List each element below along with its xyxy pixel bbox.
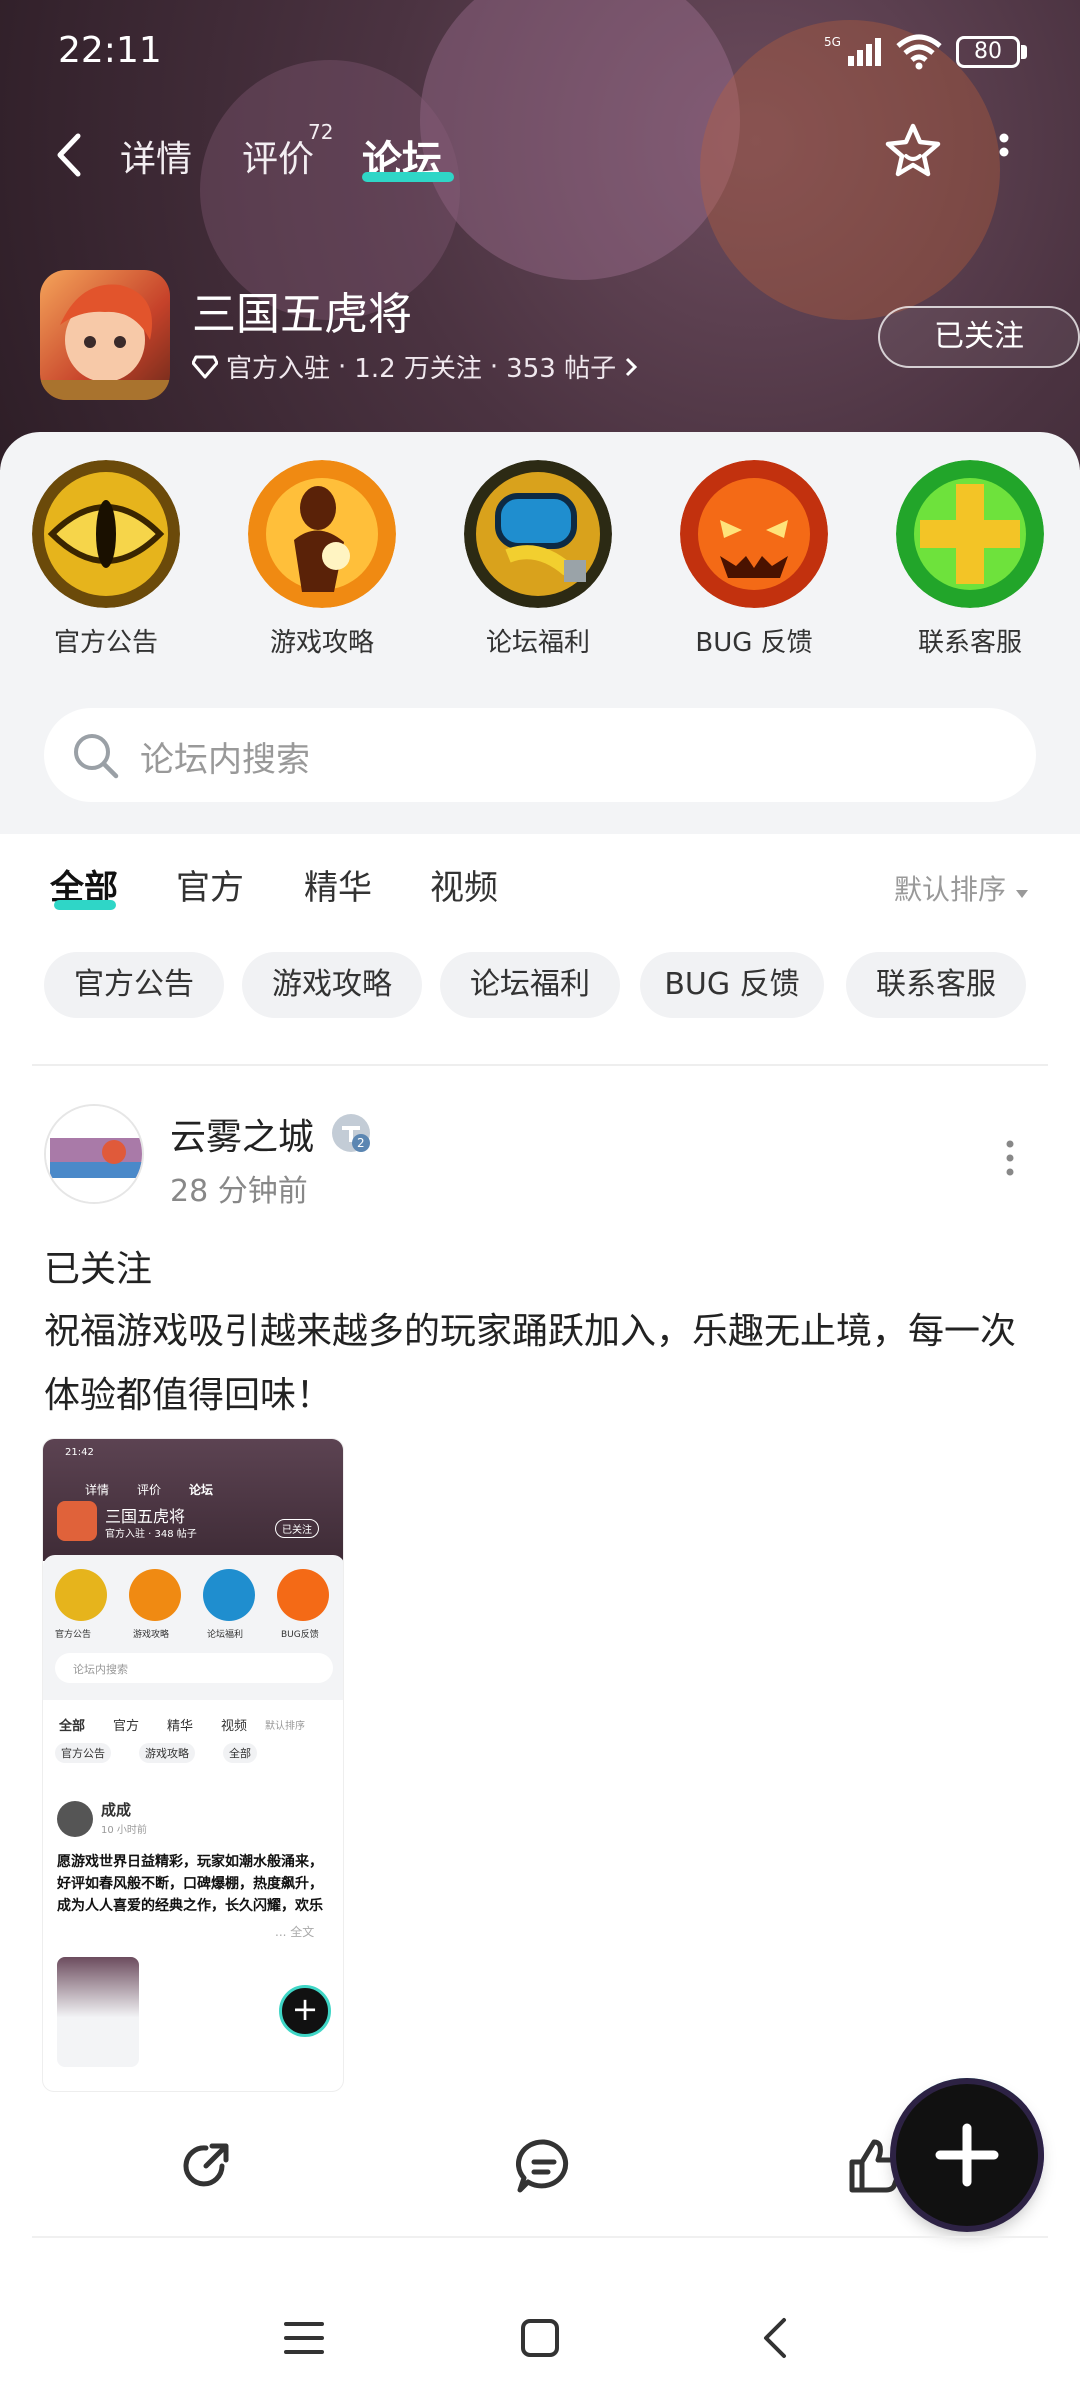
- tab-featured[interactable]: 精华: [304, 860, 372, 909]
- category-label: 论坛福利: [485, 628, 590, 658]
- post-time: 28 分钟前: [170, 1174, 308, 1209]
- menu-icon[interactable]: [280, 2314, 328, 2362]
- system-nav-bar: [0, 2300, 1080, 2380]
- divider: [32, 1064, 1048, 1066]
- chip-welfare[interactable]: 论坛福利: [440, 952, 620, 1018]
- caret-down-icon: [1015, 890, 1028, 898]
- new-post-button[interactable]: [896, 2084, 1038, 2226]
- category-guides[interactable]: 游戏攻略: [248, 460, 396, 659]
- game-meta[interactable]: 官方入驻 · 1.2 万关注 · 353 帖子: [192, 348, 638, 385]
- share-icon[interactable]: [176, 2136, 236, 2196]
- post-image[interactable]: 21:42 详情 评价 论坛 三国五虎将 官方入驻 · 348 帖子 已关注 官…: [42, 1438, 344, 2092]
- fist-icon: [464, 460, 612, 608]
- favorite-star-icon[interactable]: [882, 120, 944, 182]
- comment-icon[interactable]: [514, 2136, 574, 2196]
- divider: [32, 2236, 1048, 2238]
- category-bug-report[interactable]: BUG 反馈: [680, 460, 828, 659]
- eye-icon: [32, 460, 180, 608]
- category-welfare[interactable]: 论坛福利: [464, 460, 612, 659]
- category-label: 联系客服: [917, 628, 1022, 658]
- chip-bug-report[interactable]: BUG 反馈: [640, 952, 824, 1018]
- battery-icon: 80: [956, 36, 1028, 68]
- cellular-signal-icon: 5G: [824, 35, 881, 66]
- official-badge: 官方入驻: [226, 354, 331, 384]
- category-announcements[interactable]: 官方公告: [32, 460, 180, 659]
- category-panel: 官方公告 游戏攻略 论坛福利 BUG 反馈 联系客服 论坛内搜索: [0, 432, 1080, 834]
- level-badge-icon: 2: [332, 1114, 370, 1152]
- followers-count: 1.2 万关注: [354, 354, 482, 384]
- top-nav: 详情 评价 72 论坛: [0, 120, 1080, 190]
- plus-icon: [935, 2123, 999, 2187]
- svg-text:5G: 5G: [824, 35, 841, 49]
- active-filter-indicator: [54, 900, 116, 910]
- pumpkin-icon: [680, 460, 828, 608]
- review-count-badge: 72: [308, 120, 334, 144]
- post-author[interactable]: 云雾之城: [170, 1108, 314, 1160]
- sort-label: 默认排序: [894, 873, 1007, 906]
- chip-support[interactable]: 联系客服: [846, 952, 1026, 1018]
- tab-reviews[interactable]: 评价: [242, 130, 314, 182]
- post-more-icon[interactable]: [1004, 1138, 1016, 1178]
- status-bar: 22:11 5G 80: [0, 0, 1080, 100]
- chip-guides[interactable]: 游戏攻略: [242, 952, 422, 1018]
- diamond-icon: [192, 355, 218, 378]
- category-support[interactable]: 联系客服: [896, 460, 1044, 659]
- battery-level: 80: [956, 36, 1020, 68]
- game-title: 三国五虎将: [192, 289, 412, 340]
- posts-count: 353 帖子: [506, 354, 617, 384]
- home-icon[interactable]: [516, 2314, 564, 2362]
- post-text-line1: 已关注: [44, 1249, 153, 1290]
- game-logo[interactable]: [40, 270, 170, 400]
- follow-button[interactable]: 已关注: [878, 306, 1080, 368]
- svg-text:2: 2: [357, 1136, 365, 1150]
- chevron-right-icon: [626, 357, 638, 376]
- game-info: 三国五虎将 官方入驻 · 1.2 万关注 · 353 帖子 已关注: [40, 270, 1080, 400]
- post-body: 祝福游戏吸引越来越多的玩家踊跃加入，乐趣无止境，每一次体验都值得回味！: [44, 1311, 1017, 1416]
- more-options-icon[interactable]: [996, 132, 1012, 172]
- tab-official[interactable]: 官方: [176, 860, 244, 909]
- status-time: 22:11: [58, 30, 162, 71]
- game-header: 22:11 5G 80 详情 评价 72 论坛 三国五虎将 官方入驻 · 1.2…: [0, 0, 1080, 470]
- category-label: BUG 反馈: [695, 628, 813, 658]
- shadow-figure-icon: [248, 460, 396, 608]
- tab-video[interactable]: 视频: [430, 860, 498, 909]
- search-icon: [74, 734, 119, 779]
- wifi-icon: [896, 34, 942, 70]
- category-label: 官方公告: [53, 628, 158, 658]
- category-label: 游戏攻略: [269, 628, 374, 658]
- back-icon[interactable]: [752, 2314, 800, 2362]
- avatar[interactable]: [44, 1104, 144, 1204]
- plus-cross-icon: [896, 460, 1044, 608]
- forum-search[interactable]: 论坛内搜索: [44, 708, 1036, 802]
- tab-details[interactable]: 详情: [120, 130, 192, 182]
- search-input[interactable]: 论坛内搜索: [140, 732, 310, 781]
- back-arrow-icon[interactable]: [52, 132, 88, 178]
- mini-logo: [57, 1501, 97, 1541]
- sort-dropdown[interactable]: 默认排序: [894, 868, 1029, 908]
- chip-announcements[interactable]: 官方公告: [44, 952, 224, 1018]
- active-tab-indicator: [362, 172, 454, 182]
- filter-tabs: 全部 官方 精华 视频 默认排序: [0, 860, 1080, 930]
